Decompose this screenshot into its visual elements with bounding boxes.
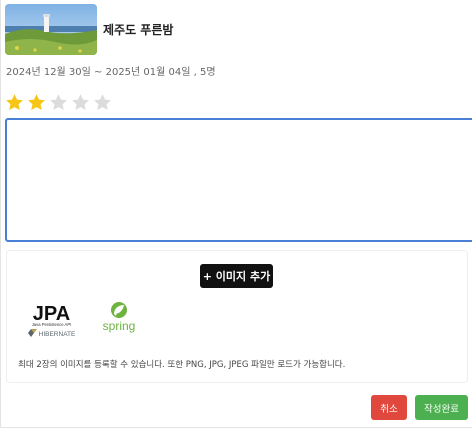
hibernate-logo-text: HIBERNATE <box>39 331 76 338</box>
place-header: 제주도 푸른밤 <box>5 4 173 55</box>
submit-review-button[interactable]: 작성완료 <box>415 395 468 420</box>
jeju-lighthouse-photo-icon <box>5 4 97 55</box>
spring-logo-text: spring <box>103 319 136 333</box>
jpa-hibernate-logo-icon: JPA Java Persistence API HIBERNATE <box>28 303 76 338</box>
star-icon[interactable] <box>70 92 91 113</box>
cancel-button[interactable]: 취소 <box>371 395 407 420</box>
place-title: 제주도 푸른밤 <box>103 23 174 37</box>
jpa-logo-subtitle: Java Persistence API <box>32 322 72 327</box>
star-rating[interactable] <box>4 92 113 113</box>
star-icon[interactable] <box>4 92 25 113</box>
review-form: 제주도 푸른밤 2024년 12월 30일 ~ 2025년 01월 04일 , … <box>0 0 472 428</box>
place-thumbnail <box>5 4 97 55</box>
review-textarea[interactable] <box>5 118 472 242</box>
add-image-button[interactable]: + 이미지 추가 <box>200 264 273 288</box>
star-icon[interactable] <box>26 92 47 113</box>
star-icon[interactable] <box>48 92 69 113</box>
star-icon[interactable] <box>92 92 113 113</box>
stay-info: 2024년 12월 30일 ~ 2025년 01월 04일 , 5명 <box>6 67 216 78</box>
upload-hint: 최대 2장의 이미지를 등록할 수 있습니다. 또한 PNG, JPG, JPE… <box>18 360 346 370</box>
spring-logo-icon: spring <box>103 302 136 333</box>
